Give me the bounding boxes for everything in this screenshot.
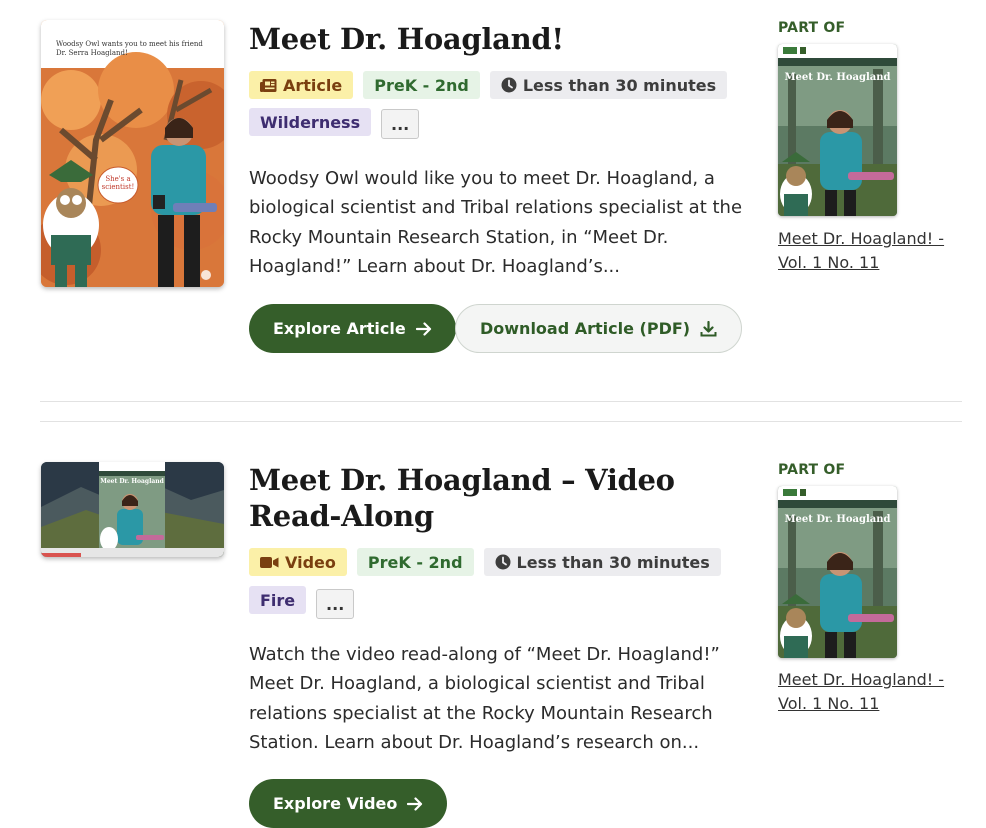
tag-row-2: Fire ... xyxy=(249,581,355,619)
part-of-panel: PART OF Meet Dr. Hoagland Meet Dr. Hoagl… xyxy=(778,20,944,272)
section-divider xyxy=(40,401,962,402)
arrow-right-icon xyxy=(407,796,423,811)
part-of-cover[interactable]: Meet Dr. Hoagland xyxy=(778,44,897,216)
explore-article-button[interactable]: Explore Article xyxy=(249,304,456,353)
part-of-cover[interactable]: Meet Dr. Hoagland xyxy=(778,486,897,658)
grade-tag: PreK - 2nd xyxy=(356,548,474,576)
item-description: Watch the video read-along of “Meet Dr. … xyxy=(249,644,720,753)
more-tags-button[interactable]: ... xyxy=(381,109,420,139)
cover-title: Meet Dr. Hoagland xyxy=(784,72,891,83)
topic-tag: Wilderness xyxy=(249,108,372,136)
part-of-label: PART OF xyxy=(778,462,846,478)
download-icon xyxy=(700,320,717,336)
explore-video-button[interactable]: Explore Video xyxy=(249,779,448,828)
grade-tag: PreK - 2nd xyxy=(363,71,480,99)
tag-row-2: Wilderness ... xyxy=(249,105,420,139)
article-thumbnail[interactable]: Woodsy Owl wants you to meet his friend … xyxy=(41,20,224,287)
time-tag-label: Less than 30 minutes xyxy=(522,75,717,95)
time-tag: Less than 30 minutes xyxy=(489,71,728,99)
time-tag: Less than 30 minutes xyxy=(483,548,721,576)
article-thumbnail-caption: Woodsy Owl wants you to meet his friend … xyxy=(56,40,203,57)
download-article-label: Download Article (PDF) xyxy=(480,319,691,338)
newspaper-icon xyxy=(260,78,277,92)
resource-card-article: Woodsy Owl wants you to meet his friend … xyxy=(40,20,962,360)
more-tags-button[interactable]: ... xyxy=(316,589,355,619)
resource-type-label: Video xyxy=(285,552,336,572)
part-of-link[interactable]: Meet Dr. Hoagland! - Vol. 1 No. 11 xyxy=(778,668,968,716)
resource-type-label: Article xyxy=(283,75,343,95)
part-of-link[interactable]: Meet Dr. Hoagland! - Vol. 1 No. 11 xyxy=(778,227,968,275)
cover-illustration xyxy=(778,486,897,658)
tag-row: Article PreK - 2nd Less than 30 minutes xyxy=(249,71,728,99)
clock-icon xyxy=(501,77,517,93)
resource-type-tag: Article xyxy=(249,71,354,99)
explore-video-label: Explore Video xyxy=(273,794,398,813)
cover-title: Meet Dr. Hoagland xyxy=(784,514,891,525)
explore-article-label: Explore Article xyxy=(273,319,406,338)
part-of-panel: PART OF Meet Dr. Hoagland Meet Dr. Hoagl… xyxy=(778,462,944,713)
download-article-pdf-button[interactable]: Download Article (PDF) xyxy=(455,304,743,353)
item-title[interactable]: Meet Dr. Hoagland! xyxy=(249,21,749,57)
item-description: Woodsy Owl would like you to meet Dr. Ho… xyxy=(249,168,743,277)
video-camera-icon xyxy=(260,556,279,568)
video-thumbnail-title: Meet Dr. Hoagland xyxy=(100,478,164,485)
part-of-label: PART OF xyxy=(778,20,846,36)
article-thumbnail-bubble: She's a scientist! xyxy=(101,175,135,191)
clock-icon xyxy=(495,554,511,570)
tag-row: Video PreK - 2nd Less than 30 minutes xyxy=(249,548,721,576)
video-thumbnail-illustration xyxy=(41,462,224,557)
item-title[interactable]: Meet Dr. Hoagland – Video Read-Along xyxy=(249,462,749,534)
cover-illustration xyxy=(778,44,897,216)
arrow-right-icon xyxy=(415,321,431,336)
section-divider xyxy=(40,421,962,422)
article-thumbnail-illustration xyxy=(41,20,224,287)
resource-type-tag: Video xyxy=(249,548,347,576)
topic-tag: Fire xyxy=(249,586,307,614)
resource-card-video: Meet Dr. Hoagland Meet Dr. Hoagland – Vi… xyxy=(40,462,962,828)
time-tag-label: Less than 30 minutes xyxy=(516,552,710,572)
video-thumbnail[interactable]: Meet Dr. Hoagland xyxy=(41,462,224,557)
